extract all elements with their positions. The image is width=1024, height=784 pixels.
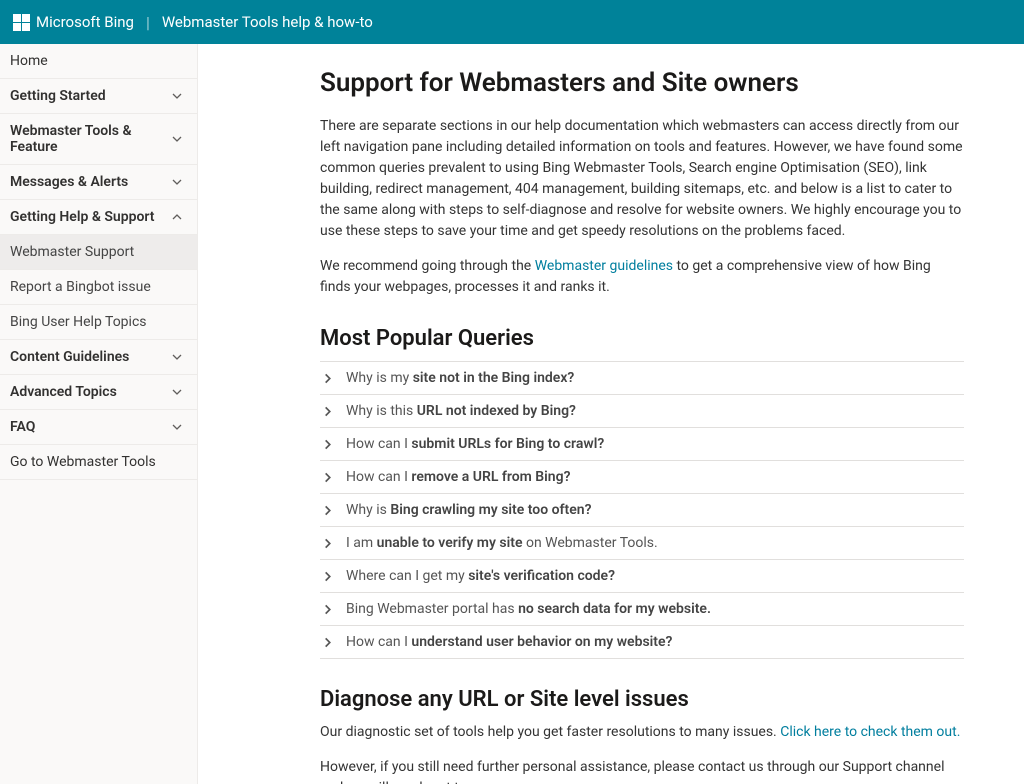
- query-text: Why is Bing crawling my site too often?: [346, 502, 591, 518]
- query-item[interactable]: Why is Bing crawling my site too often?: [320, 494, 964, 527]
- query-item[interactable]: How can I remove a URL from Bing?: [320, 461, 964, 494]
- query-item[interactable]: Why is this URL not indexed by Bing?: [320, 395, 964, 428]
- diagnose-tools-link[interactable]: Click here to check them out.: [780, 724, 960, 740]
- query-text: How can I understand user behavior on my…: [346, 634, 672, 650]
- sidebar-item-report-a-bingbot-issue[interactable]: Report a Bingbot issue: [0, 270, 197, 305]
- sidebar-item-label: FAQ: [10, 419, 35, 435]
- sidebar-item-messages-alerts[interactable]: Messages & Alerts: [0, 165, 197, 200]
- popular-queries-heading: Most Popular Queries: [320, 326, 964, 351]
- query-text: How can I submit URLs for Bing to crawl?: [346, 436, 604, 452]
- chevron-down-icon: [171, 351, 183, 363]
- query-text: Why is my site not in the Bing index?: [346, 370, 574, 386]
- header-bar: Microsoft Bing | Webmaster Tools help & …: [0, 0, 1024, 44]
- header-divider: |: [146, 13, 150, 32]
- chevron-right-icon: [322, 538, 340, 549]
- chevron-right-icon: [322, 571, 340, 582]
- sidebar-item-getting-help-support[interactable]: Getting Help & Support: [0, 200, 197, 235]
- chevron-right-icon: [322, 505, 340, 516]
- query-text: I am unable to verify my site on Webmast…: [346, 535, 658, 551]
- sidebar-item-label: Getting Help & Support: [10, 209, 155, 225]
- chevron-down-icon: [171, 386, 183, 398]
- chevron-down-icon: [171, 421, 183, 433]
- sidebar-item-label: Bing User Help Topics: [10, 314, 147, 330]
- query-list: Why is my site not in the Bing index? Why…: [320, 361, 964, 659]
- brand-name[interactable]: Microsoft Bing: [36, 13, 134, 31]
- sidebar-item-advanced-topics[interactable]: Advanced Topics: [0, 375, 197, 410]
- sidebar-item-label: Getting Started: [10, 88, 106, 104]
- chevron-down-icon: [171, 176, 183, 188]
- sidebar-item-bing-user-help-topics[interactable]: Bing User Help Topics: [0, 305, 197, 340]
- sidebar-item-label: Advanced Topics: [10, 384, 117, 400]
- sidebar-item-label: Report a Bingbot issue: [10, 279, 151, 295]
- assistance-paragraph: However, if you still need further perso…: [320, 757, 964, 784]
- chevron-right-icon: [322, 637, 340, 648]
- chevron-right-icon: [322, 406, 340, 417]
- recommend-pre: We recommend going through the: [320, 258, 535, 274]
- webmaster-guidelines-link[interactable]: Webmaster guidelines: [535, 258, 673, 274]
- sidebar-item-getting-started[interactable]: Getting Started: [0, 79, 197, 114]
- diagnose-heading: Diagnose any URL or Site level issues: [320, 687, 964, 712]
- intro-paragraph: There are separate sections in our help …: [320, 116, 964, 242]
- sidebar-item-home[interactable]: Home: [0, 44, 197, 79]
- sidebar-item-label: Webmaster Tools & Feature: [10, 123, 171, 155]
- chevron-right-icon: [322, 472, 340, 483]
- chevron-right-icon: [322, 439, 340, 450]
- chevron-up-icon: [171, 211, 183, 223]
- query-item[interactable]: How can I understand user behavior on my…: [320, 626, 964, 659]
- diagnose-paragraph: Our diagnostic set of tools help you get…: [320, 722, 964, 743]
- query-item[interactable]: I am unable to verify my site on Webmast…: [320, 527, 964, 560]
- page-heading: Support for Webmasters and Site owners: [320, 68, 964, 98]
- microsoft-logo-icon: [12, 13, 30, 31]
- sidebar-item-webmaster-tools-feature[interactable]: Webmaster Tools & Feature: [0, 114, 197, 165]
- sidebar-nav: Home Getting Started Webmaster Tools & Fea…: [0, 44, 198, 784]
- diag-pre: Our diagnostic set of tools help you get…: [320, 724, 780, 740]
- query-item[interactable]: How can I submit URLs for Bing to crawl?: [320, 428, 964, 461]
- recommend-paragraph: We recommend going through the Webmaster…: [320, 256, 964, 298]
- query-text: Bing Webmaster portal has no search data…: [346, 601, 711, 617]
- chevron-down-icon: [171, 90, 183, 102]
- query-item[interactable]: Why is my site not in the Bing index?: [320, 361, 964, 395]
- chevron-right-icon: [322, 604, 340, 615]
- sidebar-item-label: Go to Webmaster Tools: [10, 454, 156, 470]
- sidebar-item-webmaster-support[interactable]: Webmaster Support: [0, 235, 197, 270]
- chevron-down-icon: [171, 133, 183, 145]
- sidebar-item-label: Messages & Alerts: [10, 174, 128, 190]
- sidebar-item-label: Content Guidelines: [10, 349, 129, 365]
- page-title-header[interactable]: Webmaster Tools help & how-to: [162, 13, 373, 31]
- query-item[interactable]: Where can I get my site's verification c…: [320, 560, 964, 593]
- query-text: How can I remove a URL from Bing?: [346, 469, 570, 485]
- sidebar-item-label: Home: [10, 53, 48, 69]
- query-text: Why is this URL not indexed by Bing?: [346, 403, 576, 419]
- query-item[interactable]: Bing Webmaster portal has no search data…: [320, 593, 964, 626]
- query-text: Where can I get my site's verification c…: [346, 568, 615, 584]
- sidebar-item-faq[interactable]: FAQ: [0, 410, 197, 445]
- sidebar-item-content-guidelines[interactable]: Content Guidelines: [0, 340, 197, 375]
- sidebar-item-label: Webmaster Support: [10, 244, 134, 260]
- sidebar-item-go-to-webmaster-tools[interactable]: Go to Webmaster Tools: [0, 445, 197, 480]
- main-content: Support for Webmasters and Site owners T…: [198, 44, 1024, 784]
- chevron-right-icon: [322, 373, 340, 384]
